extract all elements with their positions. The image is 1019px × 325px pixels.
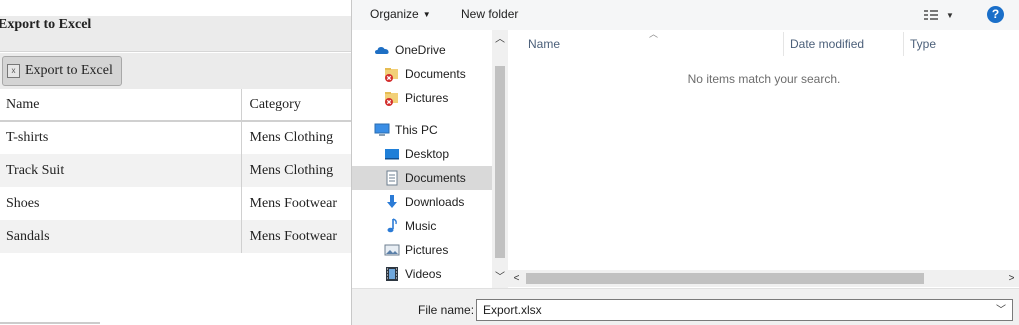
- download-arrow-icon: [384, 194, 400, 210]
- empty-results-message: No items match your search.: [687, 72, 841, 86]
- nav-item-label: Pictures: [405, 243, 449, 257]
- film-icon: [384, 266, 400, 282]
- nav-item-label: Documents: [405, 171, 466, 185]
- folder-error-icon: [384, 66, 400, 82]
- chevron-down-icon: ▼: [946, 10, 954, 20]
- column-header-date-modified[interactable]: Date modified: [770, 30, 892, 58]
- file-name-label: File name:: [418, 303, 475, 317]
- nav-item-label: Documents: [405, 67, 466, 81]
- scroll-up-icon[interactable]: ︿: [492, 32, 508, 48]
- pictures-icon: [384, 242, 400, 258]
- cell-category: Mens Footwear: [240, 187, 352, 220]
- nav-item-label: OneDrive: [395, 43, 446, 57]
- nav-item-music[interactable]: Music: [352, 214, 492, 238]
- new-folder-button[interactable]: New folder: [461, 7, 518, 21]
- column-header-type[interactable]: Type: [890, 30, 1019, 58]
- scrollbar-thumb[interactable]: [495, 66, 505, 258]
- cell-name: Shoes: [6, 195, 40, 211]
- documents-icon: [384, 170, 400, 186]
- file-list-pane: Name ︿ Date modified Type No items match…: [508, 29, 1019, 288]
- column-header-category[interactable]: Category: [240, 89, 352, 122]
- details-view-icon: [924, 10, 938, 20]
- horizontal-scrollbar[interactable]: < >: [508, 270, 1019, 287]
- nav-item-onedrive[interactable]: OneDrive: [352, 38, 492, 62]
- cell-name: T-shirts: [6, 130, 49, 145]
- export-button-label: Export to Excel: [25, 63, 113, 78]
- cell-name: Track Suit: [0, 154, 241, 187]
- nav-item-videos[interactable]: Videos: [352, 262, 492, 286]
- table-row[interactable]: Shoes Mens Footwear: [0, 187, 352, 220]
- web-toolbar: x Export to Excel: [0, 53, 352, 89]
- column-header-name[interactable]: Name: [508, 30, 784, 58]
- desktop-icon: [384, 146, 400, 162]
- cell-category: Mens Footwear: [240, 220, 352, 253]
- divider: [0, 322, 100, 324]
- organize-menu-button[interactable]: Organize ▼: [370, 7, 431, 21]
- scrollbar-thumb[interactable]: [526, 273, 924, 284]
- change-view-button[interactable]: ▼: [924, 6, 964, 24]
- table-row[interactable]: Track Suit Mens Clothing: [0, 154, 352, 187]
- nav-item-label: Downloads: [405, 195, 465, 209]
- save-file-dialog: Organize ▼ New folder ▼ ? OneDrive Docume…: [351, 0, 1019, 325]
- excel-icon: x: [7, 64, 20, 78]
- products-table: Name Category T-shirts Mens Clothing Tra…: [0, 89, 352, 253]
- cell-name: Sandals: [0, 220, 241, 253]
- file-name-row: File name: Export.xlsx ﹀: [352, 288, 1019, 325]
- nav-item-desktop[interactable]: Desktop: [352, 142, 492, 166]
- scroll-down-icon[interactable]: ﹀: [492, 270, 508, 286]
- organize-label: Organize: [370, 7, 419, 21]
- music-note-icon: [384, 218, 400, 234]
- nav-item-label: This PC: [395, 123, 438, 137]
- navigation-pane: OneDrive Documents Pictures This PC Desk…: [352, 30, 508, 288]
- scroll-right-icon[interactable]: >: [1003, 270, 1019, 287]
- nav-item-documents[interactable]: Documents: [352, 166, 492, 190]
- table-row[interactable]: Sandals Mens Footwear: [0, 220, 352, 253]
- page-title: Export to Excel: [0, 17, 92, 32]
- nav-item-pictures[interactable]: Pictures: [352, 238, 492, 262]
- nav-item-onedrive-documents[interactable]: Documents: [352, 62, 492, 86]
- computer-icon: [374, 122, 390, 138]
- help-button[interactable]: ?: [987, 6, 1004, 23]
- web-page: Export to Excel x Export to Excel Name C…: [0, 0, 352, 325]
- nav-item-label: Pictures: [405, 91, 449, 105]
- nav-item-downloads[interactable]: Downloads: [352, 190, 492, 214]
- nav-item-onedrive-pictures[interactable]: Pictures: [352, 86, 492, 110]
- navigation-pane-scrollbar[interactable]: ︿ ﹀: [492, 30, 508, 288]
- table-row[interactable]: T-shirts Mens Clothing: [0, 121, 352, 154]
- chevron-down-icon[interactable]: ﹀: [996, 301, 1006, 316]
- nav-item-label: Videos: [405, 267, 442, 281]
- nav-item-this-pc[interactable]: This PC: [352, 118, 492, 142]
- table-header-row: Name Category: [0, 89, 352, 122]
- page-title-bar: Export to Excel: [0, 16, 352, 52]
- scroll-left-icon[interactable]: <: [508, 270, 525, 287]
- column-header-name[interactable]: Name: [0, 89, 241, 122]
- cell-category: Mens Clothing: [240, 154, 352, 187]
- file-name-input[interactable]: Export.xlsx: [476, 299, 1013, 321]
- dialog-command-bar: Organize ▼ New folder ▼ ?: [352, 0, 1019, 30]
- export-to-excel-button[interactable]: x Export to Excel: [2, 56, 122, 86]
- cloud-icon: [374, 42, 390, 58]
- nav-item-label: Desktop: [405, 147, 450, 161]
- cell-category: Mens Clothing: [240, 121, 352, 154]
- nav-item-label: Music: [405, 219, 437, 233]
- sort-ascending-icon: ︿: [649, 29, 659, 39]
- folder-error-icon: [384, 90, 400, 106]
- chevron-down-icon: ▼: [422, 10, 431, 19]
